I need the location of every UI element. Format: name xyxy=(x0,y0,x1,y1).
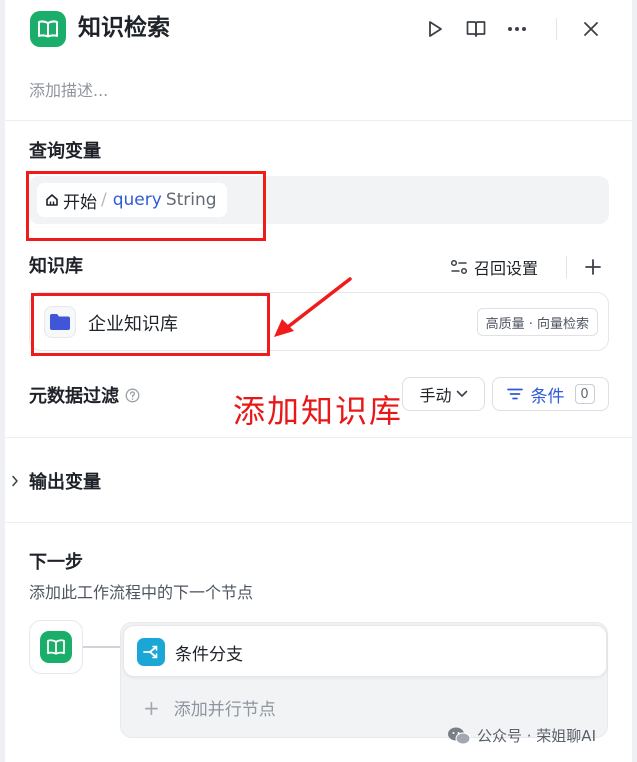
add-knowledge-base-button[interactable] xyxy=(579,253,607,281)
annotation-text: 添加知识库 xyxy=(233,392,404,430)
node-config-panel: 知识检索 添加描述... 查询变量 开始 / query String 知识库 … xyxy=(5,0,632,762)
plus-icon: + xyxy=(143,695,160,720)
annotation-arrow-icon xyxy=(274,277,352,337)
description-input[interactable]: 添加描述... xyxy=(29,77,108,101)
current-node-badge xyxy=(29,620,83,674)
query-variable-selector[interactable]: 开始 / query String xyxy=(29,176,609,224)
recall-settings-label: 召回设置 xyxy=(474,259,539,278)
next-node-label: 条件分支 xyxy=(175,645,243,665)
filter-conditions-button[interactable]: 条件 0 xyxy=(492,377,609,411)
section-divider xyxy=(5,120,632,121)
output-variables-toggle[interactable]: 输出变量 xyxy=(11,468,101,494)
metadata-filter-title: 元数据过滤 xyxy=(29,382,140,408)
node-title[interactable]: 知识检索 xyxy=(78,12,170,44)
section-divider xyxy=(5,437,632,438)
book-icon xyxy=(38,20,58,38)
next-step-title: 下一步 xyxy=(29,552,83,573)
settings-sliders-icon xyxy=(450,259,468,275)
variable-type: String xyxy=(165,190,217,210)
next-node-condition-branch[interactable]: 条件分支 xyxy=(123,625,607,677)
play-icon xyxy=(429,21,442,37)
knowledge-base-name: 企业知识库 xyxy=(88,314,178,335)
output-variables-title: 输出变量 xyxy=(29,472,101,493)
chevron-right-icon xyxy=(12,475,18,487)
kb-toolbar-divider xyxy=(566,256,567,278)
chevron-down-icon xyxy=(456,390,467,397)
run-node-button[interactable] xyxy=(421,15,449,43)
node-connector-line xyxy=(83,643,123,651)
help-docs-button[interactable] xyxy=(462,15,490,43)
question-mark-icon[interactable] xyxy=(125,388,140,403)
header-divider xyxy=(556,18,557,40)
add-parallel-node-label: 添加并行节点 xyxy=(173,700,276,720)
watermark-text: 公众号 · 荣姐聊AI xyxy=(477,727,596,745)
variable-source: 开始 xyxy=(63,192,97,213)
watermark: 公众号 · 荣姐聊AI xyxy=(447,725,596,746)
metadata-filter-label: 元数据过滤 xyxy=(29,386,119,407)
recall-settings-button[interactable]: 召回设置 xyxy=(450,253,538,281)
more-dots-icon xyxy=(508,27,526,31)
retrieval-mode-badge: 高质量 · 向量检索 xyxy=(476,308,598,336)
branch-icon xyxy=(137,638,165,666)
variable-name: query xyxy=(112,190,162,210)
next-step-description: 添加此工作流程中的下一个节点 xyxy=(29,583,254,602)
filter-icon xyxy=(506,388,523,400)
add-parallel-node-button[interactable]: + 添加并行节点 xyxy=(143,695,276,721)
filter-mode-value: 手动 xyxy=(419,386,452,405)
book-icon xyxy=(47,639,65,655)
section-divider xyxy=(5,522,632,523)
close-panel-button[interactable] xyxy=(577,15,605,43)
open-book-icon xyxy=(466,21,486,37)
query-variable-title: 查询变量 xyxy=(29,141,101,162)
knowledge-retrieval-node-icon xyxy=(30,11,66,47)
folder-icon xyxy=(44,306,76,338)
next-nodes-group: 条件分支 + 添加并行节点 xyxy=(120,622,608,738)
variable-chip[interactable]: 开始 / query String xyxy=(37,183,227,217)
plus-icon xyxy=(585,259,601,275)
wechat-icon xyxy=(448,727,471,744)
filter-mode-select[interactable]: 手动 xyxy=(402,377,485,411)
home-icon xyxy=(46,194,58,206)
close-icon xyxy=(584,22,598,36)
filter-conditions-count: 0 xyxy=(574,384,595,404)
more-options-button[interactable] xyxy=(503,15,531,43)
knowledge-base-title: 知识库 xyxy=(29,256,83,277)
filter-conditions-label: 条件 xyxy=(530,386,565,407)
variable-separator: / xyxy=(101,190,107,210)
